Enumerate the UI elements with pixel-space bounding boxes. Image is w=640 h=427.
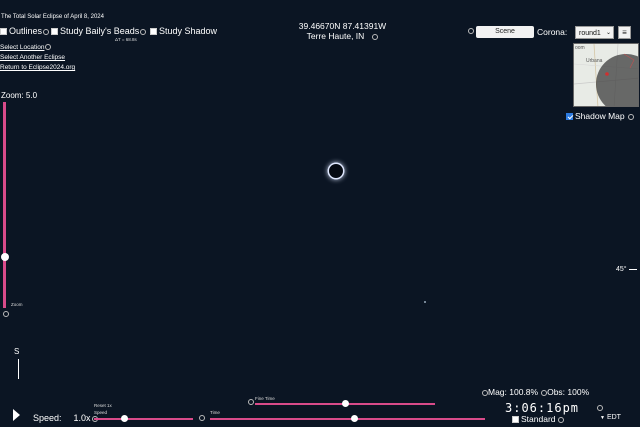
shadow-map-option[interactable]: Shadow Map bbox=[566, 111, 634, 121]
outlines-option[interactable]: Outlines bbox=[0, 26, 50, 36]
play-button[interactable] bbox=[13, 409, 20, 421]
study-shadow-option[interactable]: Study Shadow bbox=[150, 26, 217, 36]
corona-label: Corona: bbox=[537, 27, 568, 37]
info-icon[interactable] bbox=[45, 44, 52, 51]
select-location-link[interactable]: Select Location bbox=[0, 44, 52, 51]
select-another-eclipse-link[interactable]: Select Another Eclipse bbox=[0, 54, 65, 61]
city-text: Terre Haute, IN bbox=[280, 31, 405, 41]
obscuration-text: Obs: 100% bbox=[547, 387, 590, 397]
speed-slider-thumb[interactable] bbox=[121, 415, 128, 422]
time-caption: Time bbox=[210, 410, 220, 415]
info-icon[interactable] bbox=[627, 113, 634, 120]
info-icon[interactable] bbox=[557, 416, 564, 423]
clock-display: 3:06:16pm bbox=[505, 401, 580, 415]
corona-select[interactable]: round1 ⌄ bbox=[575, 26, 614, 39]
time-slider-track[interactable] bbox=[210, 418, 485, 420]
shadow-map[interactable]: oom Urbana bbox=[573, 43, 639, 107]
magnitude-text: Mag: 100.8% bbox=[488, 387, 539, 397]
info-icon[interactable] bbox=[372, 33, 379, 40]
timezone-select[interactable]: ▼ EDT bbox=[600, 414, 621, 421]
map-graphic bbox=[574, 44, 638, 106]
fine-time-caption: Fine Time bbox=[255, 396, 275, 401]
fine-time-slider-thumb[interactable] bbox=[342, 400, 349, 407]
scene-button[interactable]: Scene bbox=[476, 26, 534, 38]
outlines-label: Outlines bbox=[9, 26, 43, 36]
zoom-caption: Zoom bbox=[11, 302, 23, 307]
map-label-oom: oom bbox=[575, 45, 585, 51]
outlines-checkbox[interactable] bbox=[0, 28, 7, 36]
horizon-altitude-label: 45° bbox=[616, 266, 637, 273]
info-icon[interactable] bbox=[468, 28, 474, 34]
info-icon[interactable] bbox=[43, 28, 50, 35]
zoom-slider-thumb[interactable] bbox=[1, 253, 9, 261]
study-shadow-label: Study Shadow bbox=[159, 26, 218, 36]
bailys-beads-option[interactable]: Study Baily's Beads bbox=[51, 26, 147, 36]
menu-button[interactable]: ≡ bbox=[618, 26, 631, 39]
chevron-down-icon: ▼ bbox=[600, 415, 605, 421]
coords-text: 39.46670N 87.41391W bbox=[298, 21, 387, 31]
speed-label: Speed: 1.0x bbox=[33, 413, 98, 423]
shadow-map-label: Shadow Map bbox=[575, 111, 625, 121]
compass-line bbox=[18, 359, 19, 379]
bailys-delta-t: ΔT = 68.8s bbox=[115, 37, 137, 42]
return-link[interactable]: Return to Eclipse2024.org bbox=[0, 64, 75, 71]
bailys-beads-label: Study Baily's Beads bbox=[60, 26, 140, 36]
star-dot bbox=[424, 301, 426, 303]
location-coords: 39.46670N 87.41391W Terre Haute, IN bbox=[280, 21, 405, 41]
page-title: The Total Solar Eclipse of April 8, 2024 bbox=[1, 14, 104, 20]
altitude-tick bbox=[628, 268, 637, 270]
speed-slider-track[interactable] bbox=[94, 418, 193, 420]
study-shadow-checkbox[interactable] bbox=[150, 28, 157, 36]
reset-speed-link[interactable]: Reset 1x bbox=[94, 403, 112, 408]
speed-caption: Speed bbox=[94, 410, 108, 415]
info-icon[interactable] bbox=[140, 28, 147, 35]
time-slider-thumb[interactable] bbox=[351, 415, 358, 422]
standard-time-option[interactable]: Standard bbox=[512, 414, 564, 424]
standard-checkbox[interactable] bbox=[512, 416, 519, 424]
standard-label: Standard bbox=[521, 414, 556, 424]
shadow-map-checkbox[interactable] bbox=[566, 113, 573, 121]
info-icon[interactable] bbox=[3, 311, 9, 317]
zoom-slider-track[interactable] bbox=[3, 102, 6, 308]
info-icon[interactable] bbox=[248, 399, 254, 405]
bailys-beads-checkbox[interactable] bbox=[51, 28, 58, 36]
stats-row: Mag: 100.8% Obs: 100% bbox=[481, 387, 589, 397]
chevron-down-icon: ⌄ bbox=[605, 30, 611, 36]
zoom-label: Zoom: 5.0 bbox=[1, 91, 38, 100]
info-icon[interactable] bbox=[199, 415, 205, 421]
compass-direction: S bbox=[14, 347, 20, 356]
eclipsed-sun bbox=[329, 164, 343, 178]
map-label-urbana: Urbana bbox=[586, 58, 603, 64]
speed-value: 1.0x bbox=[73, 413, 91, 423]
info-icon[interactable] bbox=[597, 405, 603, 411]
